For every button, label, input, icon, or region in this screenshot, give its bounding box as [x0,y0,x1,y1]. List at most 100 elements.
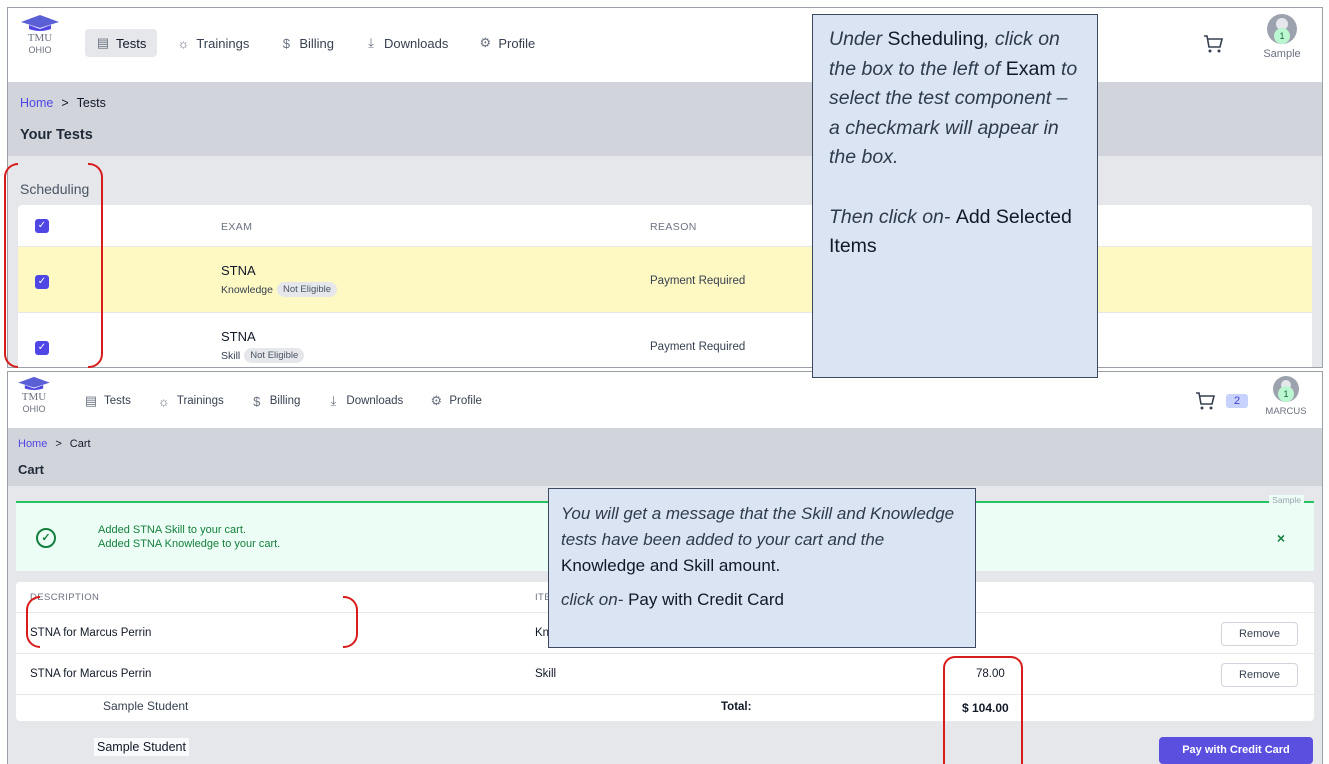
page-header: Home > Cart Cart [8,428,1322,486]
breadcrumb-separator: > [55,438,62,450]
nav-tests-label: Tests [104,395,131,407]
highlight-bracket-left [26,596,40,648]
nav-trainings-label: Trainings [196,35,250,51]
nav-profile[interactable]: ⚙ Profile [467,29,546,57]
section-title: Scheduling [20,181,90,197]
tmu-logo[interactable]: TMU OHIO [14,376,54,415]
close-icon[interactable]: × [1277,530,1285,546]
nav-tests[interactable]: ▤ Tests [74,388,141,414]
exam-name: STNA [221,263,256,278]
reason-cell: Payment Required [650,341,746,353]
graduation-cap-icon [21,15,59,31]
logo-line1: TMU [27,32,53,44]
user-name: MARCUS [1265,406,1307,417]
table-row[interactable]: ✓ STNA Skill Not Eligible Payment Requir… [18,313,1312,367]
instruction-callout-cart: You will get a message that the Skill an… [548,488,976,648]
row-checkbox[interactable]: ✓ [35,341,49,355]
logo-line2: OHIO [28,45,52,55]
breadcrumb: Home > Tests [20,96,106,110]
callout-emphasis: Exam [1005,57,1056,80]
check-circle-icon: ✓ [36,528,56,548]
gear-icon: ⚙ [430,393,443,408]
reason-column-header: REASON [650,221,697,233]
top-navbar: TMU OHIO ▤ Tests ☼ Trainings $ Billing ⤓… [8,372,1322,428]
tmu-logo[interactable]: TMU OHIO [16,14,64,56]
description-cell: STNA for Marcus Perrin [30,627,152,639]
remove-button[interactable]: Remove [1221,622,1298,646]
breadcrumb-home-link[interactable]: Home [18,438,47,450]
dollar-icon: $ [282,35,290,51]
main-menu: ▤ Tests ☼ Trainings $ Billing ⤓ Download… [85,29,546,57]
callout-text: Then click on- [829,205,951,228]
callout-gap [829,173,1081,203]
main-menu: ▤ Tests ☼ Trainings $ Billing ⤓ Download… [74,388,492,414]
dollar-icon: $ [253,393,261,409]
avatar-badge: 1 [1278,386,1294,402]
callout-text: You will get a message that the Skill an… [561,504,955,549]
row-checkbox[interactable]: ✓ [35,275,49,289]
nav-billing[interactable]: $ Billing [268,30,345,57]
cart-icon [1196,392,1216,410]
top-navbar: TMU OHIO ▤ Tests ☼ Trainings $ Billing ⤓… [8,8,1322,82]
callout-text: click on- [561,590,624,609]
avatar-badge: 1 [1274,28,1290,44]
highlight-bracket-right [88,163,103,368]
cart-button[interactable]: 2 [1194,391,1249,411]
lightbulb-icon: ☼ [157,393,170,409]
gear-icon: ⚙ [479,35,492,50]
breadcrumb-home-link[interactable]: Home [20,96,53,110]
breadcrumb-separator: > [61,96,69,110]
user-menu[interactable]: 1 Sample [1252,14,1312,60]
cart-icon [1204,35,1224,53]
signature-text: Sample Student [94,738,189,756]
user-menu[interactable]: 1 MARCUS [1259,376,1313,417]
alert-line: Added STNA Skill to your cart. [98,524,246,536]
remove-button[interactable]: Remove [1221,663,1298,687]
cart-button[interactable] [1202,34,1224,54]
callout-text: Under [829,28,883,50]
instruction-callout-scheduling: Under Scheduling, click on the box to th… [812,14,1098,378]
page-title: Your Tests [20,127,93,143]
alert-message: Added STNA Skill to your cart. Added STN… [98,523,280,551]
breadcrumb-current: Tests [76,96,106,110]
breadcrumb: Home > Cart [18,438,91,450]
exam-name: STNA [221,329,256,344]
highlight-bracket-left [4,163,18,368]
nav-profile[interactable]: ⚙ Profile [419,388,492,414]
total-label: Total: [721,701,752,713]
description-column-header: DESCRIPTION [30,592,100,603]
reason-cell: Payment Required [650,275,746,287]
item-cell: Skill [535,668,557,680]
pay-with-credit-card-button[interactable]: Pay with Credit Card [1159,737,1313,764]
status-badge: Not Eligible [244,348,305,363]
download-icon: ⤓ [330,393,337,408]
item-cell: Kn [535,627,550,639]
nav-billing-label: Billing [269,395,301,407]
callout-emphasis: Scheduling [887,28,985,50]
avatar: 1 [1273,376,1299,402]
logo-line1: TMU [21,391,47,403]
description-cell: STNA for Marcus Perrin [30,668,152,680]
nav-tests-label: Tests [116,35,147,51]
nav-downloads[interactable]: ⤓ Downloads [353,29,459,57]
component-name: Skill [221,349,241,362]
clipboard-icon: ▤ [96,35,110,50]
breadcrumb-current: Cart [69,438,91,450]
callout-line: click on- Pay with Credit Card [561,587,963,613]
signature-text: Sample Student [103,699,189,713]
callout-emphasis: Pay with Credit Card [628,590,784,609]
table-row: STNA for Marcus Perrin Skill 78.00 Remov… [16,654,1314,695]
status-badge: Not Eligible [276,282,338,297]
nav-tests[interactable]: ▤ Tests [85,29,158,57]
nav-trainings[interactable]: ☼ Trainings [147,389,234,414]
exam-column-header: EXAM [221,221,253,233]
nav-downloads[interactable]: ⤓ Downloads [316,388,413,414]
nav-billing[interactable]: $ Billing [240,389,311,414]
select-all-checkbox[interactable]: ✓ [35,219,49,233]
table-row[interactable]: ✓ STNA Knowledge Not Eligible Payment Re… [18,247,1312,313]
exam-component: Knowledge Not Eligible [221,282,338,297]
nav-trainings[interactable]: ☼ Trainings [165,30,260,57]
alert-line: Added STNA Knowledge to your cart. [98,538,281,550]
exam-component: Skill Not Eligible [221,348,305,363]
nav-profile-label: Profile [449,395,482,407]
